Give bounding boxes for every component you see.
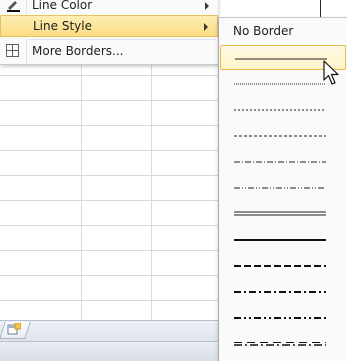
row-gridline [0,200,218,201]
line-style-option-medium-dashed[interactable] [220,253,346,278]
column-gridline [81,64,82,320]
line-sample [235,58,327,60]
line-sample [234,265,326,267]
menu-item-label: More Borders... [32,44,124,58]
borders-menu: Line Color Line Style More Borders... [0,0,218,65]
row-gridline [0,225,218,226]
cell-border-line [320,0,321,17]
line-sample [234,239,326,241]
submenu-arrow-icon [205,2,209,10]
line-sample [234,342,326,346]
sheet-top-right-area [218,0,347,17]
line-sample [234,187,326,189]
line-style-option-dash-dot[interactable] [220,149,346,174]
line-style-option-dash-dot-dot[interactable] [220,175,346,200]
menu-item-more-borders[interactable]: More Borders... [0,40,218,62]
line-style-option-medium-dash-dot[interactable] [220,279,346,304]
menu-item-label: Line Style [33,19,92,33]
menu-item-line-color[interactable]: Line Color [0,0,218,16]
no-border-option[interactable]: No Border [233,24,293,38]
row-gridline [0,125,218,126]
line-style-option-double[interactable] [220,201,346,226]
status-bar [0,341,218,361]
menu-item-line-style[interactable]: Line Style [0,15,218,37]
row-gridline [0,75,218,76]
row-gridline [0,275,218,276]
menu-item-label: Line Color [32,0,93,12]
line-sample [234,211,326,216]
row-gridline [0,250,218,251]
line-sample [234,83,326,85]
row-gridline [0,300,218,301]
line-sample [234,161,326,163]
borders-grid-icon [6,44,19,57]
row-gridline [0,100,218,101]
row-gridline [0,150,218,151]
column-gridline [151,64,152,320]
submenu-arrow-icon [204,23,208,31]
line-sample [234,135,326,137]
row-gridline [0,175,218,176]
line-style-option-medium-dash-dot-dot[interactable] [220,305,346,330]
line-sample [234,109,326,111]
line-style-option-dashed[interactable] [220,123,346,148]
line-sample [234,291,326,293]
line-style-option-medium-solid[interactable] [220,227,346,252]
menu-separator [28,39,216,40]
line-style-option-dotted[interactable] [220,97,346,122]
line-sample [234,317,326,319]
line-style-option-slant-dash-dot[interactable] [220,331,346,356]
sheet-tab-bar [0,320,218,341]
insert-worksheet-icon [7,323,21,335]
pencil-icon [7,1,20,12]
mouse-pointer-icon [323,60,339,85]
